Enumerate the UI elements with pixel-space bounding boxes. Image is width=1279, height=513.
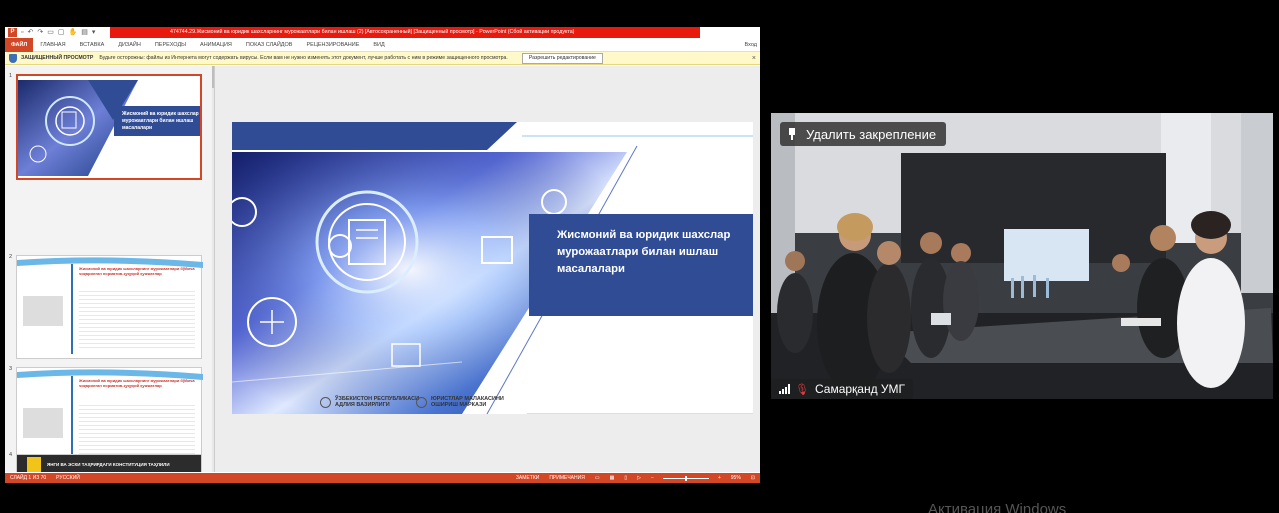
close-icon[interactable]: × xyxy=(752,55,756,62)
slide-thumbnails-pane[interactable]: 1 Жисмоний ва юридик шахслар мурожаатлар… xyxy=(5,66,215,472)
slide-title-line: Жисмоний ва юридик шахслар xyxy=(557,229,731,241)
slide-editor[interactable]: Жисмоний ва юридик шахслар мурожаатлари … xyxy=(215,66,760,472)
notes-button[interactable]: ЗАМЕТКИ xyxy=(511,475,544,481)
powerpoint-window: P ▫ ↶ ↷ ▭ ▢ ✋ ▤ ▾ 474744.29.Жисмоний ва … xyxy=(5,27,760,483)
slide-thumbnail-4[interactable]: ЯНГИ ВА ЭСКИ ТАҲРИРДАГИ КОНСТИТУЦИЯ ТАҲЛ… xyxy=(16,454,202,472)
windows-activation-watermark: Активация Windows xyxy=(928,501,1067,513)
title-bar: P ▫ ↶ ↷ ▭ ▢ ✋ ▤ ▾ 474744.29.Жисмоний ва … xyxy=(5,27,760,38)
mic-muted-icon: 🎙 xyxy=(795,383,809,396)
zoom-out-icon[interactable]: − xyxy=(646,475,659,481)
unpin-button[interactable]: Удалить закрепление xyxy=(780,122,947,146)
protected-view-bar: ЗАЩИЩЕННЫЙ ПРОСМОТР Будьте осторожны: фа… xyxy=(5,52,760,65)
sorter-view-icon[interactable]: ▦ xyxy=(605,475,620,481)
tab-home[interactable]: ГЛАВНАЯ xyxy=(33,38,72,52)
more-icon[interactable]: ▾ xyxy=(92,27,96,38)
video-tile[interactable]: Удалить закрепление 🎙 Самарқанд УМГ xyxy=(771,113,1273,399)
status-right: ЗАМЕТКИ ПРИМЕЧАНИЯ ▭ ▦ ▯ ▷ − + 95% ⊡ xyxy=(511,475,760,481)
center-seal-icon xyxy=(416,396,427,408)
screen: P ▫ ↶ ↷ ▭ ▢ ✋ ▤ ▾ 474744.29.Жисмоний ва … xyxy=(0,0,1279,513)
slide-title-line: мурожаатлари билан ишлаш xyxy=(557,246,719,258)
enable-editing-button[interactable]: Разрешить редактирование xyxy=(521,52,603,64)
participant-namebar: 🎙 Самарқанд УМГ xyxy=(771,379,914,399)
undo-icon[interactable]: ↶ xyxy=(27,27,33,38)
ribbon-tabs: ФАЙЛ ГЛАВНАЯ ВСТАВКА ДИЗАЙН ПЕРЕХОДЫ АНИ… xyxy=(5,37,760,52)
slide-title-line: масалалари xyxy=(557,263,625,275)
language-indicator[interactable]: РУССКИЙ xyxy=(51,475,85,481)
slideshow-view-icon[interactable]: ▷ xyxy=(632,475,646,481)
unpin-label: Удалить закрепление xyxy=(806,126,937,142)
thumb-number: 4 xyxy=(9,452,13,458)
save-icon[interactable]: ▫ xyxy=(21,27,23,38)
quick-access-toolbar: P ▫ ↶ ↷ ▭ ▢ ✋ ▤ ▾ xyxy=(5,27,110,38)
normal-view-icon[interactable]: ▭ xyxy=(590,475,605,481)
zoom-in-icon[interactable]: + xyxy=(713,475,726,481)
conference-room-video xyxy=(771,113,1273,399)
current-slide[interactable]: Жисмоний ва юридик шахслар мурожаатлари … xyxy=(232,122,753,414)
center-name-line: ОШИРИШ МАРКАЗИ xyxy=(431,402,487,408)
workspace: 1 Жисмоний ва юридик шахслар мурожаатлар… xyxy=(5,66,760,472)
thumb-3-body xyxy=(79,402,195,460)
tab-insert[interactable]: ВСТАВКА xyxy=(73,38,112,52)
tab-transitions[interactable]: ПЕРЕХОДЫ xyxy=(148,38,193,52)
shield-icon xyxy=(9,53,17,63)
tab-slideshow[interactable]: ПОКАЗ СЛАЙДОВ xyxy=(239,38,300,52)
slide-thumbnail-2[interactable]: Жисмоний ва юридик шахсларнинг мурожаатл… xyxy=(16,255,203,359)
center-logo: ЮРИСТЛАР МАЛАКАСИНИ ОШИРИШ МАРКАЗИ xyxy=(416,396,504,408)
powerpoint-logo-icon: P xyxy=(8,28,17,37)
participant-name: Самарқанд УМГ xyxy=(814,382,906,396)
thumb-2-heading: Жисмоний ва юридик шахсларнинг мурожаатл… xyxy=(79,266,195,276)
thumb-4-icon xyxy=(27,457,41,472)
thumb-number: 1 xyxy=(9,73,13,79)
redo-icon[interactable]: ↷ xyxy=(37,27,43,38)
comments-button[interactable]: ПРИМЕЧАНИЯ xyxy=(544,475,590,481)
tab-review[interactable]: РЕЦЕНЗИРОВАНИЕ xyxy=(299,38,366,52)
zoom-level[interactable]: 95% xyxy=(726,475,746,481)
tab-animation[interactable]: АНИМАЦИЯ xyxy=(193,38,239,52)
fit-slide-icon[interactable]: ⊡ xyxy=(746,475,760,481)
ministry-logo: ЎЗБЕКИСТОН РЕСПУБЛИКАСИ АДЛИЯ ВАЗИРЛИГИ xyxy=(320,396,419,408)
thumb-1-title: Жисмоний ва юридик шахслар мурожаатлари … xyxy=(114,106,200,136)
reading-view-icon[interactable]: ▯ xyxy=(619,475,632,481)
signin-link[interactable]: Вход xyxy=(745,42,760,48)
thumb-number: 2 xyxy=(9,254,13,260)
new-icon[interactable]: ▢ xyxy=(58,27,65,38)
pin-icon xyxy=(788,128,796,140)
tab-design[interactable]: ДИЗАЙН xyxy=(111,38,148,52)
status-bar: СЛАЙД 1 ИЗ 70 РУССКИЙ ЗАМЕТКИ ПРИМЕЧАНИЯ… xyxy=(5,473,760,483)
tab-file[interactable]: ФАЙЛ xyxy=(5,37,34,52)
thumb-2-body xyxy=(79,288,195,350)
slide-counter: СЛАЙД 1 ИЗ 70 xyxy=(10,475,47,481)
zoom-slider[interactable] xyxy=(662,475,709,481)
ministry-name-line: АДЛИЯ ВАЗИРЛИГИ xyxy=(335,402,390,408)
slide-title: Жисмоний ва юридик шахслар мурожаатлари … xyxy=(529,214,753,316)
thumb-number: 3 xyxy=(9,366,13,372)
tab-view[interactable]: ВИД xyxy=(366,38,391,52)
protected-view-message: Будьте осторожны: файлы из Интернета мог… xyxy=(99,55,508,61)
signal-strength-icon xyxy=(779,384,790,394)
protected-view-title: ЗАЩИЩЕННЫЙ ПРОСМОТР xyxy=(21,55,94,61)
slide-thumbnail-1[interactable]: Жисмоний ва юридик шахслар мурожаатлари … xyxy=(16,74,202,180)
ministry-seal-icon xyxy=(320,396,331,408)
thumb-4-heading: ЯНГИ ВА ЭСКИ ТАҲРИРДАГИ КОНСТИТУЦИЯ ТАҲЛ… xyxy=(17,455,201,472)
open-icon[interactable]: ▭ xyxy=(47,27,54,38)
touch-icon[interactable]: ✋ xyxy=(68,27,77,38)
window-title: 474744.29.Жисмоний ва юридик шахсларнинг… xyxy=(110,27,700,38)
print-icon[interactable]: ▤ xyxy=(81,27,88,38)
thumb-3-heading: Жисмоний ва юридик шахсларнинг мурожаатл… xyxy=(79,378,195,388)
